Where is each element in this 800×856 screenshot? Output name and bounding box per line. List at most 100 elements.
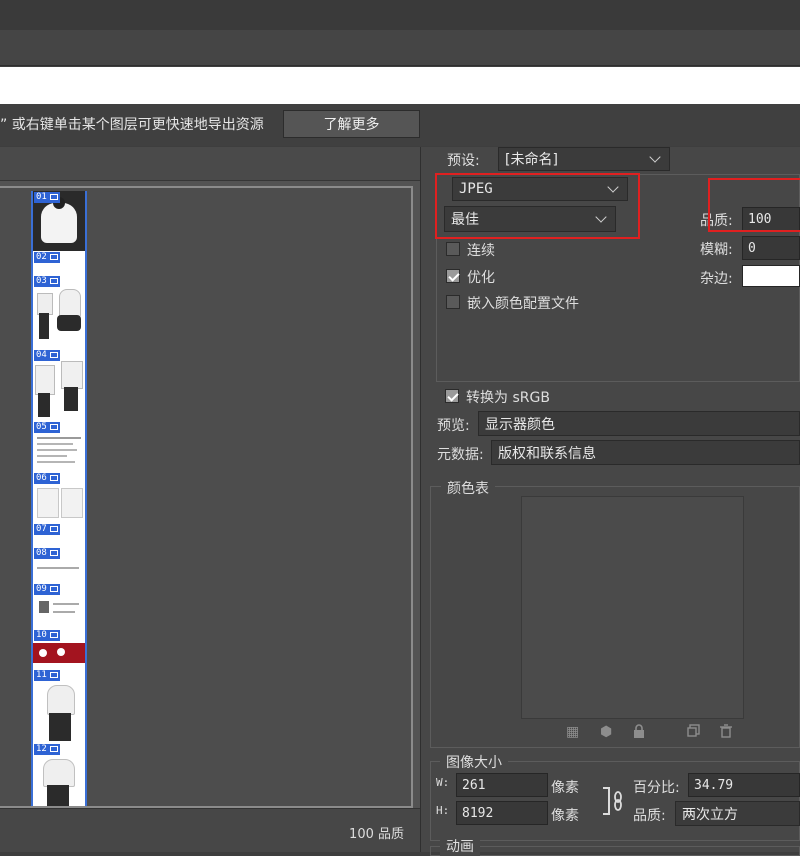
slice-number: 02 bbox=[34, 252, 60, 263]
slice-image bbox=[35, 365, 55, 395]
progressive-checkbox[interactable] bbox=[446, 242, 460, 256]
view-tabs-strip bbox=[0, 67, 800, 104]
link-icon[interactable] bbox=[601, 786, 625, 820]
tab-bar bbox=[0, 30, 800, 66]
lock-icon[interactable] bbox=[633, 724, 645, 742]
preset-select[interactable]: [未命名] bbox=[498, 147, 670, 171]
slice-number: 05 bbox=[34, 422, 60, 433]
title-bar bbox=[0, 0, 800, 30]
slice-10[interactable]: 10 bbox=[33, 629, 85, 669]
slice-image bbox=[37, 293, 53, 315]
slice-image bbox=[49, 713, 71, 741]
convert-srgb-label: 转换为 sRGB bbox=[466, 390, 550, 406]
slice-09[interactable]: 09 bbox=[33, 583, 85, 629]
height-label: H: bbox=[436, 804, 450, 817]
image-size-title: 图像大小 bbox=[440, 752, 508, 772]
slice-image bbox=[57, 648, 65, 656]
slice-08[interactable]: 08 bbox=[33, 547, 85, 583]
slice-image bbox=[53, 611, 75, 613]
width-label: W: bbox=[436, 776, 450, 789]
resample-label: 品质: bbox=[633, 808, 666, 824]
slice-image bbox=[61, 488, 83, 518]
convert-srgb-checkbox[interactable] bbox=[445, 389, 459, 403]
matte-label: 杂边: bbox=[700, 271, 733, 287]
quality-status-text: 100 品质 bbox=[349, 827, 404, 842]
checker-icon[interactable]: ▦ bbox=[566, 724, 579, 740]
slice-image bbox=[59, 289, 81, 317]
slice-number: 07 bbox=[34, 524, 60, 535]
slice-image bbox=[37, 567, 79, 569]
slice-number: 08 bbox=[34, 548, 60, 559]
slice-image bbox=[47, 785, 69, 806]
new-color-icon[interactable] bbox=[687, 724, 700, 741]
preview-select[interactable]: 显示器颜色 bbox=[478, 411, 800, 436]
blur-input[interactable]: 0 bbox=[742, 236, 800, 260]
height-input[interactable]: 8192 bbox=[456, 801, 548, 825]
slice-image bbox=[41, 203, 77, 243]
percent-label: 百分比: bbox=[633, 780, 680, 796]
slice-image bbox=[37, 455, 67, 457]
slice-number: 01 bbox=[34, 192, 60, 203]
slice-04[interactable]: 04 bbox=[33, 349, 85, 421]
slice-image bbox=[39, 649, 47, 657]
slice-image bbox=[39, 313, 49, 339]
slice-11[interactable]: 11 bbox=[33, 669, 85, 743]
slice-06[interactable]: 06 bbox=[33, 472, 85, 522]
slice-image bbox=[37, 443, 73, 445]
embed-profile-checkbox[interactable] bbox=[446, 295, 460, 309]
slice-12[interactable]: 12 bbox=[33, 743, 85, 806]
slice-image bbox=[53, 603, 79, 605]
metadata-select[interactable]: 版权和联系信息 bbox=[491, 440, 800, 465]
progressive-label: 连续 bbox=[467, 243, 495, 259]
preview-status-bar: 100 品质 bbox=[0, 808, 420, 852]
color-table-label: 颜色表 bbox=[441, 478, 495, 498]
width-unit: 像素 bbox=[551, 780, 579, 796]
preview-value: 显示器颜色 bbox=[485, 416, 555, 433]
preview-tabs bbox=[0, 147, 420, 181]
matte-color-swatch[interactable] bbox=[742, 265, 800, 287]
slice-image bbox=[39, 601, 49, 613]
slice-number: 03 bbox=[34, 276, 60, 287]
slice-01[interactable]: 01 bbox=[33, 191, 85, 251]
preset-value: [未命名] bbox=[505, 152, 558, 168]
slice-05[interactable]: 05 bbox=[33, 421, 85, 471]
color-table-grid[interactable] bbox=[521, 496, 744, 719]
cube-icon[interactable]: ⬢ bbox=[600, 724, 612, 740]
optimize-checkbox[interactable] bbox=[446, 269, 460, 283]
chevron-down-icon bbox=[649, 151, 661, 163]
slice-image bbox=[43, 759, 75, 787]
width-input[interactable]: 261 bbox=[456, 773, 548, 797]
optimize-label: 优化 bbox=[467, 270, 495, 286]
slice-number: 10 bbox=[34, 630, 60, 641]
slice-image bbox=[37, 461, 75, 463]
image-slice-strip[interactable]: 01 02 03 04 05 06 07 08 09 10 11 12 bbox=[31, 191, 87, 806]
slice-number: 06 bbox=[34, 473, 60, 484]
slice-07[interactable]: 07 bbox=[33, 523, 85, 547]
embed-profile-label: 嵌入颜色配置文件 bbox=[467, 296, 579, 312]
slice-number: 12 bbox=[34, 744, 60, 755]
slice-number: 11 bbox=[34, 670, 60, 681]
blur-label: 模糊: bbox=[700, 242, 733, 258]
percent-input[interactable]: 34.79 bbox=[688, 773, 800, 797]
slice-image bbox=[64, 387, 78, 411]
preset-label: 预设: bbox=[447, 153, 480, 169]
slice-image bbox=[37, 488, 59, 518]
trash-icon[interactable] bbox=[720, 724, 732, 742]
learn-more-button[interactable]: 了解更多 bbox=[283, 110, 420, 138]
format-highlight-box bbox=[435, 173, 640, 239]
slice-image bbox=[37, 437, 81, 439]
slice-image bbox=[61, 361, 83, 389]
resample-value: 两次立方 bbox=[682, 806, 738, 823]
height-unit: 像素 bbox=[551, 808, 579, 824]
export-hint-text: ” 或右键单击某个图层可更快速地导出资源 bbox=[0, 117, 264, 133]
metadata-value: 版权和联系信息 bbox=[498, 445, 596, 462]
preview-label: 预览: bbox=[437, 418, 470, 434]
animation-group bbox=[430, 846, 800, 856]
slice-03[interactable]: 03 bbox=[33, 275, 85, 349]
slice-image bbox=[37, 449, 77, 451]
slice-number: 04 bbox=[34, 350, 60, 361]
resample-select[interactable]: 两次立方 bbox=[675, 801, 800, 826]
slice-number: 09 bbox=[34, 584, 60, 595]
slice-image bbox=[57, 315, 81, 331]
slice-image bbox=[38, 393, 50, 417]
